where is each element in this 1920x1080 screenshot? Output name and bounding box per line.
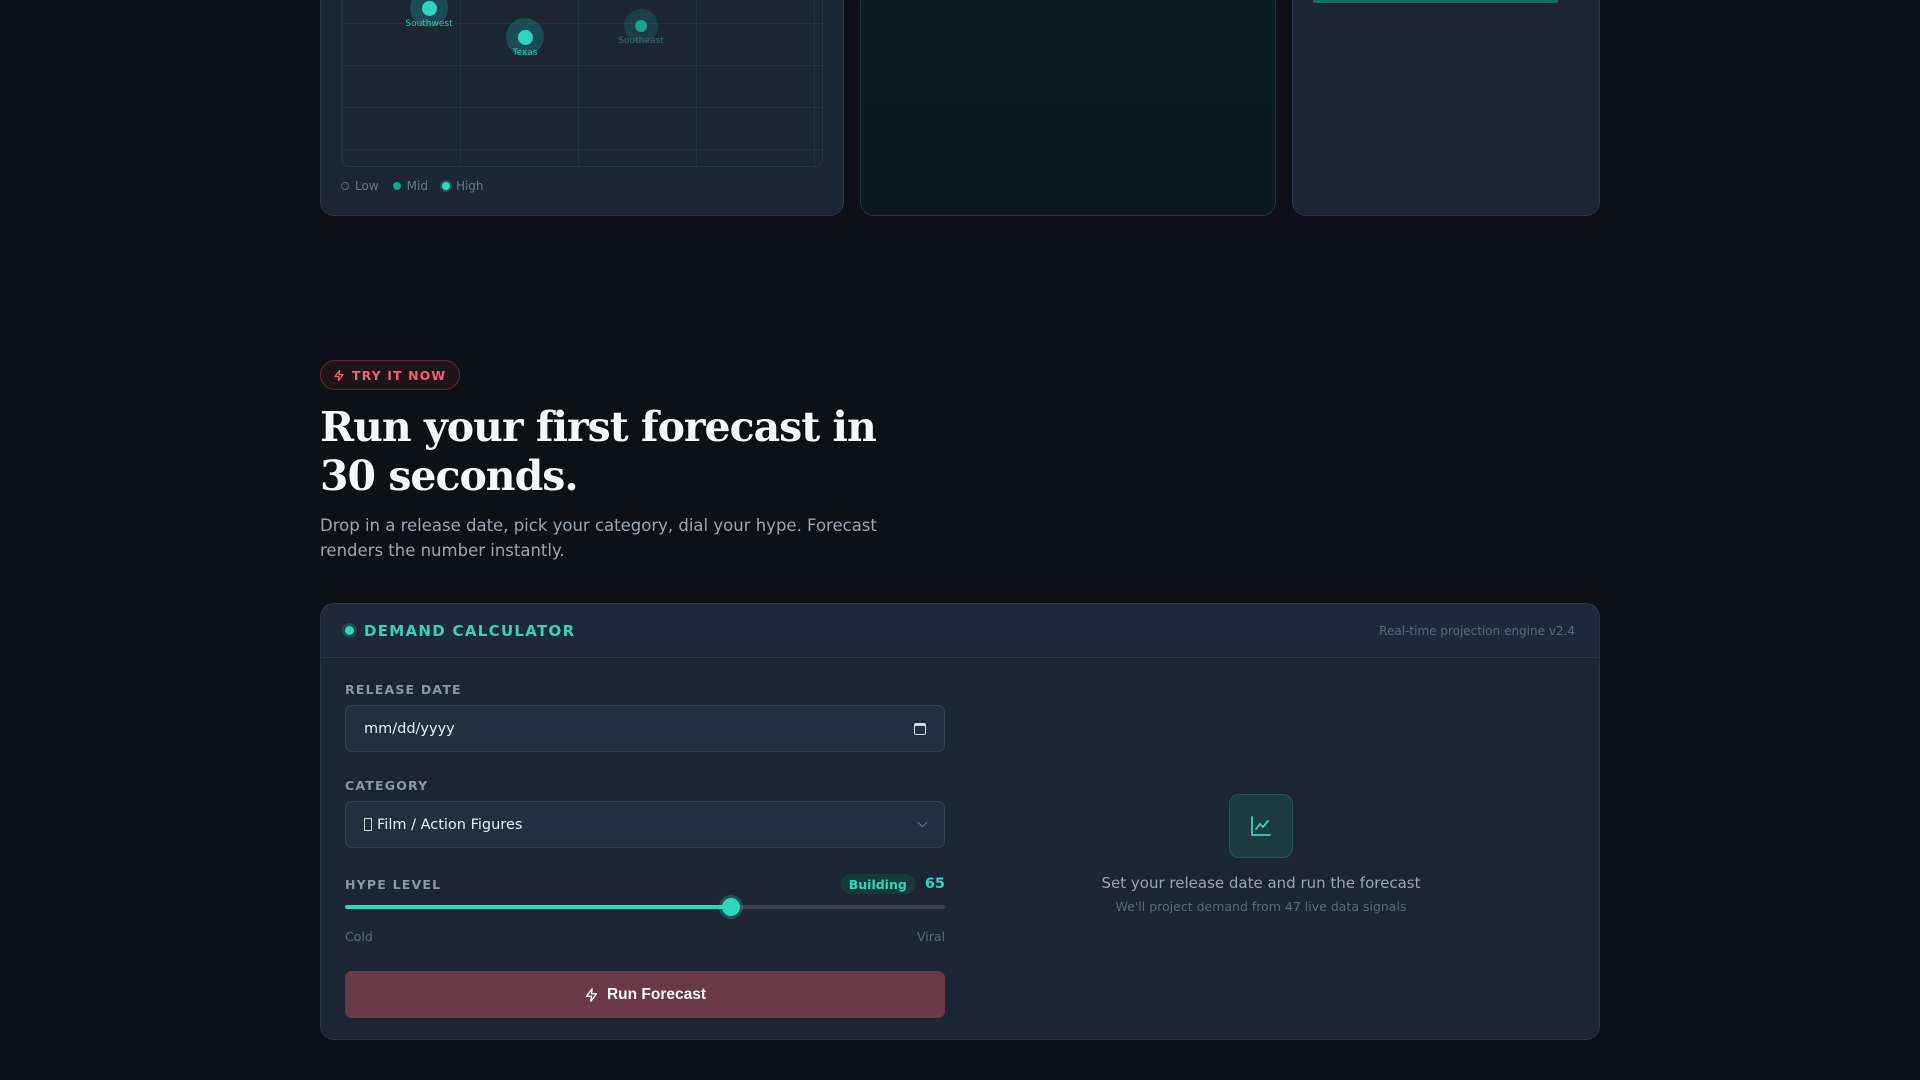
progress-strip xyxy=(1313,0,1558,3)
forecast-placeholder-tile xyxy=(1229,794,1293,858)
region-map-grid: Southwest Texas Southeast xyxy=(341,0,823,167)
map-node-southeast[interactable]: Southeast xyxy=(618,9,664,46)
map-node-southwest[interactable]: Southwest xyxy=(405,0,453,29)
map-node-label: Southeast xyxy=(618,36,664,46)
demand-calculator: DEMAND CALCULATOR Real-time projection e… xyxy=(320,603,1600,1040)
category-emoji-icon xyxy=(364,818,372,831)
pill-label: TRY IT NOW xyxy=(352,367,447,383)
hype-slider-fill xyxy=(345,905,731,909)
hype-readout: Building 65 xyxy=(840,874,945,894)
line-chart-icon xyxy=(1251,816,1271,836)
hype-max-label: Viral xyxy=(916,929,945,944)
run-forecast-button[interactable]: Run Forecast xyxy=(345,971,945,1018)
category-value: Film / Action Figures xyxy=(364,817,522,833)
hype-slider[interactable] xyxy=(345,898,945,916)
release-date-input[interactable]: mm/dd/yyyy xyxy=(345,705,945,752)
map-node-label: Southwest xyxy=(405,19,453,29)
calendar-icon[interactable] xyxy=(914,722,926,735)
hype-min-label: Cold xyxy=(345,929,373,944)
category-label: CATEGORY xyxy=(345,778,429,793)
legend-item-low: Low xyxy=(341,179,379,193)
calculator-title: DEMAND CALCULATOR xyxy=(345,622,575,640)
page: Southwest Texas Southeast Low Mid High T… xyxy=(0,0,1920,1080)
page-title: Run your first forecast in 30 seconds. xyxy=(320,403,877,500)
region-map-card: Southwest Texas Southeast Low Mid High xyxy=(320,0,844,216)
hype-status-badge: Building xyxy=(840,874,915,894)
live-indicator-icon xyxy=(345,626,354,635)
bolt-icon xyxy=(585,987,598,1002)
bolt-icon xyxy=(334,369,344,381)
legend-item-high: High xyxy=(441,179,484,193)
calculator-header: DEMAND CALCULATOR Real-time projection e… xyxy=(321,604,1599,658)
release-date-label: RELEASE DATE xyxy=(345,682,462,697)
page-subtitle: Drop in a release date, pick your catego… xyxy=(320,516,877,560)
hype-level-label: HYPE LEVEL xyxy=(345,877,442,892)
release-date-placeholder: mm/dd/yyyy xyxy=(364,720,455,737)
map-node-label: Texas xyxy=(512,48,538,58)
result-message: Set your release date and run the foreca… xyxy=(1101,874,1421,892)
category-select[interactable]: Film / Action Figures xyxy=(345,801,945,848)
hype-value: 65 xyxy=(924,876,945,892)
try-it-now-pill: TRY IT NOW xyxy=(320,360,461,390)
preview-card xyxy=(860,0,1276,216)
chevron-down-icon xyxy=(917,817,928,828)
map-node-texas[interactable]: Texas xyxy=(506,18,544,58)
forecast-result-panel: Set your release date and run the foreca… xyxy=(1021,794,1501,914)
stats-card xyxy=(1292,0,1600,216)
map-legend: Low Mid High xyxy=(341,179,484,193)
hype-slider-thumb[interactable] xyxy=(721,898,740,916)
legend-item-mid: Mid xyxy=(392,179,428,193)
result-hint: We'll project demand from 47 live data s… xyxy=(1115,899,1407,914)
engine-version: Real-time projection engine v2.4 xyxy=(1379,623,1575,638)
run-forecast-label: Run Forecast xyxy=(606,985,707,1003)
